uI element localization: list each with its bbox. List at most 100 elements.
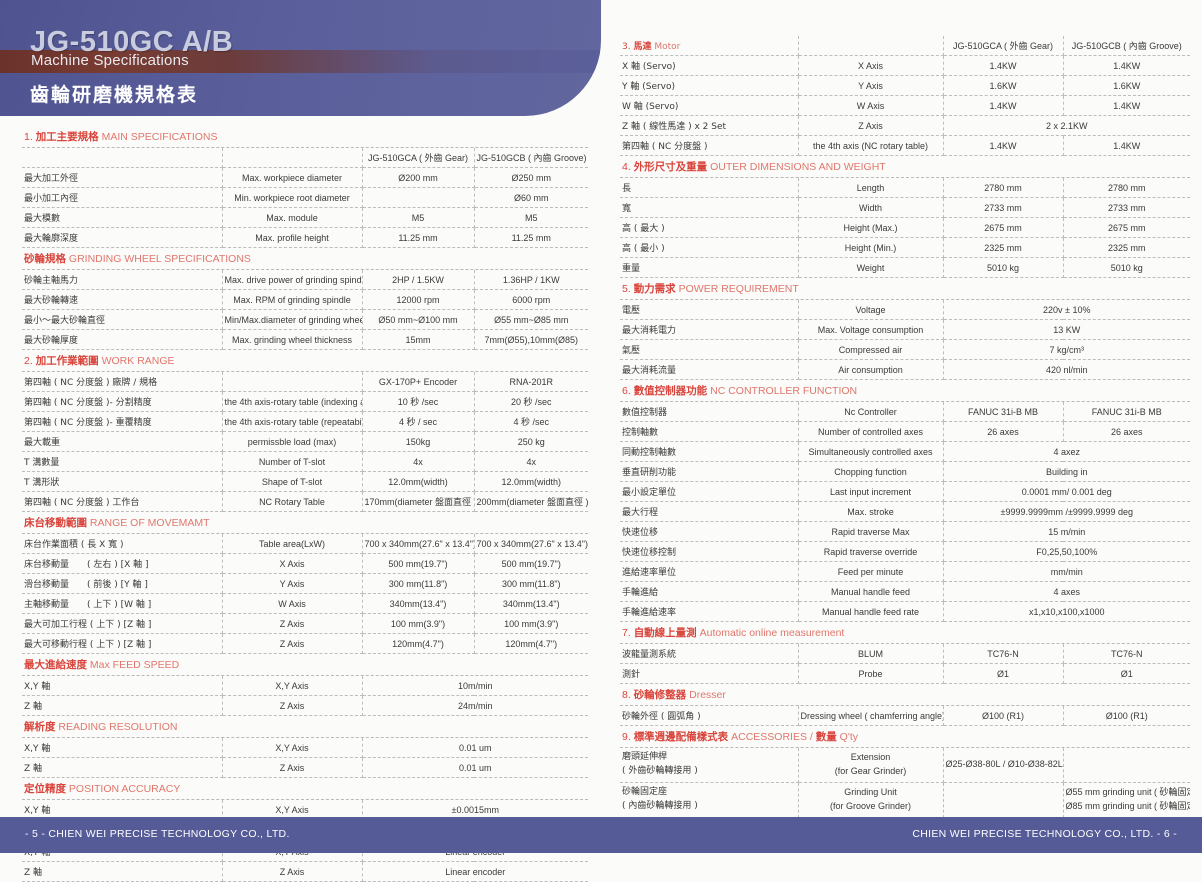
row-label-cn: 最小設定單位	[620, 481, 799, 502]
table-row: 重量 Weight 5010 kg 5010 kg	[620, 257, 1190, 278]
row-label-cn: 測針	[620, 663, 799, 684]
spec-table: 床台作業面積 ( 長 X 寬 ) Table area(LxW) 700 x 340…	[22, 534, 588, 654]
page-subtitle-english: Machine Specifications	[31, 52, 189, 69]
table-row: 最大加工外徑 Max. workpiece diameter Ø200 mm Ø250…	[22, 167, 588, 188]
row-value-both: 24m/min	[362, 695, 589, 716]
table-row: T 溝形狀 Shape of T-slot 12.0mm(width) 12.0mm(…	[22, 471, 588, 492]
row-label-cn: 波龍量測系統	[620, 644, 799, 664]
table-row: 最小～最大砂輪直徑 Min/Max.diameter of grinding wh…	[22, 309, 588, 330]
section-heading: 定位精度 POSITION ACCURACY	[22, 778, 588, 800]
row-value-model-a: 170mm(diameter 盤面直徑 )	[362, 491, 475, 512]
row-value-model-b: 2675 mm	[1063, 217, 1190, 238]
row-label-cn: 手輪進給速率	[620, 601, 799, 622]
row-label-en: X Axis	[798, 55, 944, 76]
table-row: 最大載重 permissble load (max) 150kg 250 kg	[22, 431, 588, 452]
section-title-cn2: 數量	[815, 731, 837, 743]
table-row: 第四軸 ( NC 分度盤 )- 分割精度 the 4th axis-rotary …	[22, 391, 588, 412]
section-title-cn: 砂輪修整器	[633, 689, 687, 701]
section-title-en: Dresser	[689, 689, 726, 701]
row-value-model-a	[943, 782, 1064, 818]
section-title-en: Motor	[654, 42, 681, 52]
table-row: 砂輪主軸馬力 Max. drive power of grinding spind…	[22, 270, 588, 290]
row-label-cn: Z 軸 ( 線性馬達 ) x 2 Set	[620, 115, 799, 136]
row-value-model-a: 1.4KW	[943, 135, 1064, 156]
row-value-both: ±9999.9999mm /±9999.9999 deg	[943, 501, 1190, 522]
table-row: 第四軸 ( NC 分度盤 ) 工作台 NC Rotary Table 170mm(d…	[22, 491, 588, 512]
table-row: Z 軸Z Axis Linear encoder	[22, 861, 589, 882]
row-label-cn: 第四軸 ( NC 分度盤 ) 工作台	[22, 491, 223, 512]
row-value-model-b: Ø250 mm	[474, 167, 588, 188]
row-value-model-b: 12.0mm(width)	[474, 471, 588, 492]
row-value-model-a: 700 x 340mm(27.6" x 13.4")	[362, 534, 475, 554]
table-row: 最大輪廓深度 Max. profile height 11.25 mm 11.25 m…	[22, 227, 588, 248]
table-row: 砂輪外徑 ( 圓弧角 ) Dressing wheel ( chamferring…	[620, 706, 1190, 726]
row-label-cn: 最大消耗電力	[620, 319, 799, 340]
section-number: 3.	[622, 42, 631, 52]
row-label-en: Max. module	[222, 207, 363, 228]
section-heading: 6. 數值控制器功能 NC CONTROLLER FUNCTION	[620, 380, 1190, 402]
row-label-cn: Y 軸 (Servo)	[620, 75, 799, 96]
table-row: 手輪進給 Manual handle feed 4 axes	[620, 581, 1190, 602]
row-label-en: Min/Max.diameter of grinding wheel	[222, 309, 363, 330]
row-label-en: the 4th axis-rotary table (indexing accu…	[222, 391, 363, 412]
header-cell-en	[222, 148, 363, 168]
row-value-model-b: 1.6KW	[1063, 75, 1190, 96]
row-label-cn: 寬	[620, 197, 799, 218]
section-title-en: NC CONTROLLER FUNCTION	[710, 385, 858, 397]
row-value-model-a: M5	[362, 207, 475, 228]
row-value-model-a: Ø200 mm	[362, 167, 475, 188]
row-value-model-a: 2HP / 1.5KW	[362, 270, 475, 290]
section-number: 2.	[24, 355, 33, 367]
section-title-cn: 最大進給速度	[24, 659, 87, 671]
spec-table: 波龍量測系統 BLUM TC76-N TC76-N 測針 Probe Ø1 Ø1	[620, 644, 1190, 684]
row-label-en: Nc Controller	[798, 402, 944, 422]
row-label-cn: 第四軸 ( NC 分度盤 )- 分割精度	[22, 391, 223, 412]
row-value-both: 10m/min	[362, 676, 589, 696]
table-row: 主軸移動量 ( 上下 ) [W 軸 ] W Axis 340mm(13.4") 340…	[22, 593, 588, 614]
row-value-model-a: 150kg	[362, 431, 475, 452]
row-value-model-b: 1.4KW	[1063, 135, 1190, 156]
section-title-cn: 加工作業範圍	[35, 355, 99, 367]
row-label-en: Feed per minute	[798, 561, 944, 582]
row-value-model-b	[1063, 748, 1190, 783]
row-label-en: Compressed air	[798, 339, 944, 360]
header-cell-model-a: JG-510GCA ( 外齒 Gear)	[943, 36, 1064, 56]
table-header-row: 3. 馬達 Motor JG-510GCA ( 外齒 Gear) JG-510GCB…	[620, 36, 1190, 56]
table-row: 波龍量測系統 BLUM TC76-N TC76-N	[620, 644, 1190, 664]
table-row: 第四軸 ( NC 分度盤 ) the 4th axis (NC rotary ta…	[620, 135, 1190, 156]
row-label-en: the 4th axis (NC rotary table)	[798, 135, 944, 156]
section-heading: 9. 標準週邊配備樣式表 ACCESSORIES / 數量 Q'ty	[620, 726, 1190, 748]
row-label-cn: Z 軸	[22, 695, 223, 716]
row-value-both: 13 KW	[943, 319, 1191, 340]
row-value-model-b: Ø1	[1063, 663, 1190, 684]
section-number: 5.	[622, 283, 631, 295]
table-row: 高 ( 最小 ) Height (Min.) 2325 mm 2325 mm	[620, 237, 1190, 258]
row-value-model-a: 12.0mm(width)	[362, 471, 475, 492]
row-label-en: Height (Min.)	[798, 237, 944, 258]
row-label-en: Length	[798, 178, 944, 198]
section-title-en: POSITION ACCURACY	[68, 783, 181, 795]
row-label-cn: X 軸 (Servo)	[620, 55, 799, 76]
row-value-model-a: 2325 mm	[943, 237, 1064, 258]
spec-table: 第四軸 ( NC 分度盤 ) 廠牌 / 規格 GX-170P+ Encoder RN…	[22, 372, 588, 512]
row-label-cn: 床台移動量 ( 左右 ) [X 軸 ]	[22, 553, 223, 574]
row-value-model-b: 6000 rpm	[474, 289, 588, 310]
section-title-en: MAIN SPECIFICATIONS	[101, 131, 218, 143]
row-value-model-a: 2733 mm	[943, 197, 1064, 218]
row-value-model-b: 26 axes	[1063, 421, 1190, 442]
row-label-cn: Z 軸	[22, 757, 223, 778]
table-row: 最大可加工行程 ( 上下 ) [Z 軸 ] Z Axis 100 mm(3.9") 1…	[22, 613, 588, 634]
row-value-model-b: 300 mm(11.8")	[474, 573, 588, 594]
row-value-model-a: 2780 mm	[943, 178, 1064, 198]
row-label-en: Height (Max.)	[798, 217, 944, 238]
table-row: W 軸 (Servo) W Axis 1.4KW 1.4KW	[620, 95, 1190, 116]
row-label-en: Probe	[798, 663, 944, 684]
row-label-cn: 最小～最大砂輪直徑	[22, 309, 223, 330]
row-label-en: Z Axis	[222, 861, 363, 882]
row-label-en: Max. profile height	[222, 227, 363, 248]
section-heading: 4. 外形尺寸及重量 OUTER DIMENSIONS AND WEIGHT	[620, 156, 1190, 178]
section-heading: 8. 砂輪修整器 Dresser	[620, 684, 1190, 706]
row-value-model-b: 700 x 340mm(27.6" x 13.4")	[474, 534, 588, 554]
header-cell-model-b: JG-510GCB ( 內齒 Groove)	[1063, 36, 1190, 56]
row-value-both: 15 m/min	[943, 521, 1190, 542]
